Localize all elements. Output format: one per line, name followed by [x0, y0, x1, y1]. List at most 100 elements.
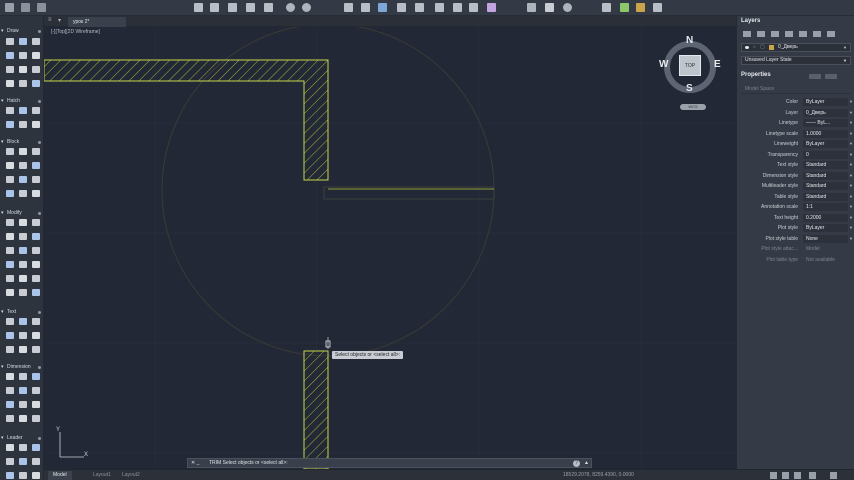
palette-tool-icon[interactable] — [6, 38, 14, 45]
palette-tool-icon[interactable] — [32, 318, 40, 325]
palette-tool-icon[interactable] — [6, 107, 14, 114]
palette-section-leader[interactable]: Leader — [0, 434, 44, 443]
chevron-down-icon[interactable]: ▼ — [849, 108, 853, 118]
sidebar-toggle-icon[interactable] — [21, 3, 30, 12]
property-value[interactable]: 0.2000 — [803, 213, 848, 222]
chevron-down-icon[interactable]: ▼ — [849, 192, 853, 202]
current-layer-dropdown[interactable]: ☼ ▢ 0_Дверь ▼ — [741, 43, 851, 52]
palette-tool-icon[interactable] — [32, 148, 40, 155]
layer-manager-icon[interactable] — [602, 3, 611, 12]
palette-tool-icon[interactable] — [6, 444, 14, 451]
design-center-icon[interactable] — [636, 3, 645, 12]
palette-tool-icon[interactable] — [32, 346, 40, 353]
plot-preview-icon[interactable] — [361, 3, 370, 12]
compass-south[interactable]: S — [686, 83, 693, 94]
layer-color-swatch[interactable] — [769, 45, 774, 50]
tab-list-icon[interactable]: ≡ — [48, 17, 52, 23]
chevron-down-icon[interactable]: ▼ — [849, 160, 853, 170]
palette-tool-icon[interactable] — [32, 289, 40, 296]
palette-tool-icon[interactable] — [6, 162, 14, 169]
selection-dropdown[interactable]: Model Space — [741, 85, 851, 94]
palette-tool-icon[interactable] — [19, 318, 27, 325]
palette-tool-icon[interactable] — [19, 401, 27, 408]
layer-visible-icon[interactable] — [745, 46, 749, 49]
grid-toggle-icon[interactable] — [782, 472, 789, 479]
chevron-down-icon[interactable]: ▼ — [849, 97, 853, 107]
palette-tool-icon[interactable] — [6, 190, 14, 197]
layer-lock-state-icon[interactable]: ▢ — [760, 44, 765, 51]
clipboard-icon[interactable] — [469, 3, 478, 12]
viewcube[interactable]: TOP N S W E — [658, 35, 722, 99]
palette-tool-icon[interactable] — [19, 38, 27, 45]
palette-tool-icon[interactable] — [19, 346, 27, 353]
layer-isolate-icon[interactable] — [785, 31, 793, 37]
copy-icon[interactable] — [397, 3, 406, 12]
palette-tool-icon[interactable] — [19, 107, 27, 114]
layer-properties-icon[interactable] — [743, 31, 751, 37]
tab-model[interactable]: Model — [48, 471, 72, 480]
workspace-icon[interactable] — [830, 472, 837, 479]
palette-tool-icon[interactable] — [19, 458, 27, 465]
tool-palette-icon[interactable] — [653, 3, 662, 12]
layer-lock-icon[interactable] — [813, 31, 821, 37]
palette-tool-icon[interactable] — [19, 472, 27, 479]
palette-tool-icon[interactable] — [19, 80, 27, 87]
chevron-down-icon[interactable]: ▼ — [849, 171, 853, 181]
palette-tool-icon[interactable] — [19, 289, 27, 296]
palette-tool-icon[interactable] — [6, 458, 14, 465]
palette-tool-icon[interactable] — [6, 401, 14, 408]
open-file-icon[interactable] — [210, 3, 219, 12]
chevron-down-icon[interactable]: ▼ — [849, 129, 853, 139]
snap-toggle-icon[interactable] — [794, 472, 801, 479]
undo-icon[interactable] — [286, 3, 295, 12]
palette-tool-icon[interactable] — [6, 52, 14, 59]
property-value[interactable]: None — [803, 234, 848, 243]
model-space-icon[interactable] — [770, 472, 777, 479]
palette-tool-icon[interactable] — [32, 261, 40, 268]
drawing-viewport[interactable]: Y X [-][Top][2D Wireframe] Select object… — [44, 27, 736, 469]
chevron-down-icon[interactable]: ▼ — [843, 57, 847, 64]
quick-select-icon[interactable] — [809, 74, 821, 79]
chevron-down-icon[interactable]: ▼ — [849, 223, 853, 233]
redo-icon[interactable] — [302, 3, 311, 12]
palette-tool-icon[interactable] — [32, 387, 40, 394]
property-value[interactable]: 1:1 — [803, 203, 848, 211]
palette-tool-icon[interactable] — [6, 66, 14, 73]
tab-menu-icon[interactable]: ▾ — [58, 17, 61, 24]
palette-tool-icon[interactable] — [6, 373, 14, 380]
grid-view-icon[interactable] — [37, 3, 46, 12]
layer-freeze-icon[interactable] — [799, 31, 807, 37]
palette-tool-icon[interactable] — [19, 52, 27, 59]
palette-tool-icon[interactable] — [32, 190, 40, 197]
property-value[interactable]: ByLayer — [803, 98, 848, 106]
tab-layout1[interactable]: Layout1 — [88, 471, 116, 480]
chevron-down-icon[interactable]: ▼ — [849, 118, 853, 128]
palette-tool-icon[interactable] — [19, 415, 27, 422]
palette-tool-icon[interactable] — [19, 176, 27, 183]
palette-tool-icon[interactable] — [32, 38, 40, 45]
layer-state-icon[interactable] — [771, 31, 779, 37]
compass-east[interactable]: E — [714, 59, 721, 70]
palette-tool-icon[interactable] — [19, 66, 27, 73]
match-properties-icon[interactable] — [487, 3, 496, 12]
palette-tool-icon[interactable] — [32, 444, 40, 451]
palette-tool-icon[interactable] — [19, 121, 27, 128]
lower-wall-hatch[interactable] — [303, 350, 329, 469]
palette-tool-icon[interactable] — [6, 121, 14, 128]
palette-tool-icon[interactable] — [6, 176, 14, 183]
palette-tool-icon[interactable] — [19, 162, 27, 169]
app-menu-icon[interactable] — [5, 3, 14, 12]
palette-tool-icon[interactable] — [6, 247, 14, 254]
palette-tool-icon[interactable] — [6, 148, 14, 155]
palette-tool-icon[interactable] — [19, 219, 27, 226]
palette-tool-icon[interactable] — [19, 332, 27, 339]
cloud-icon[interactable] — [264, 3, 273, 12]
palette-tool-icon[interactable] — [6, 387, 14, 394]
palette-tool-icon[interactable] — [32, 373, 40, 380]
paste-special-icon[interactable] — [453, 3, 462, 12]
palette-tool-icon[interactable] — [19, 233, 27, 240]
property-value[interactable]: 0_Дверь — [803, 108, 848, 117]
pan-hand-icon[interactable] — [545, 3, 554, 12]
new-layer-icon[interactable] — [757, 31, 765, 37]
palette-tool-icon[interactable] — [6, 472, 14, 479]
